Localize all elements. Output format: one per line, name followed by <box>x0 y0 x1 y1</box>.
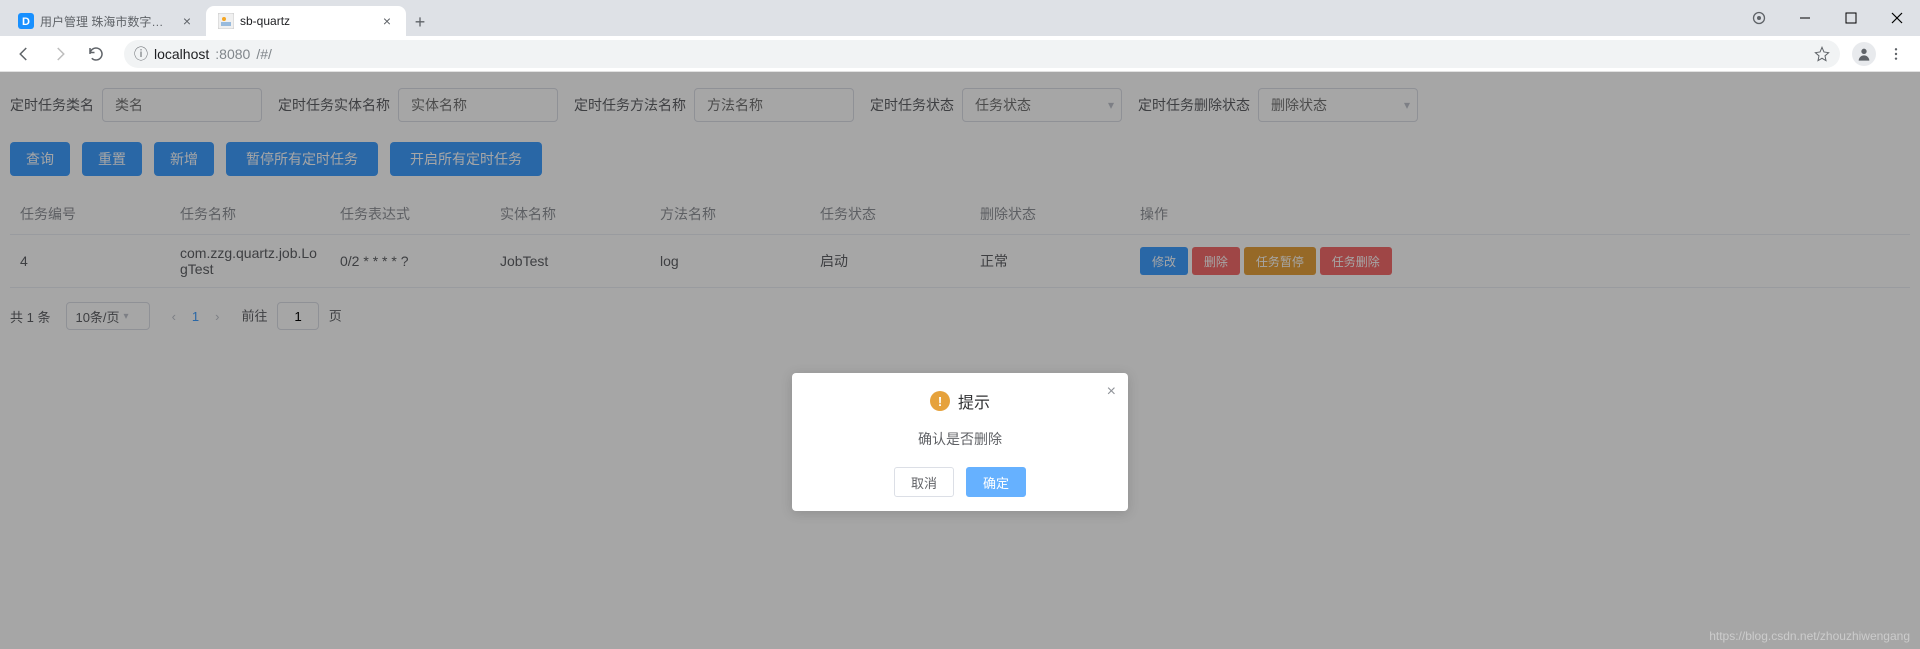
browser-tab-0[interactable]: D 用户管理 珠海市数字城建档案管 × <box>6 6 206 36</box>
profile-avatar-icon[interactable] <box>1852 42 1876 66</box>
svg-text:D: D <box>22 16 30 28</box>
modal-overlay[interactable]: × ! 提示 确认是否删除 取消 确定 <box>0 72 1920 649</box>
site-info-icon[interactable]: ⓘ <box>134 44 148 64</box>
account-menu-icon[interactable] <box>1736 3 1782 33</box>
warning-icon: ! <box>930 391 950 411</box>
bookmark-icon[interactable] <box>1814 46 1830 62</box>
favicon-icon <box>218 13 234 29</box>
tab-title: sb-quartz <box>240 14 374 28</box>
forward-icon <box>44 38 76 70</box>
url-host: localhost <box>154 46 209 62</box>
cancel-button[interactable]: 取消 <box>894 467 954 497</box>
close-icon[interactable]: × <box>380 14 394 28</box>
close-icon[interactable]: × <box>1107 383 1116 401</box>
dialog-message: 确认是否删除 <box>810 413 1110 467</box>
favicon-icon: D <box>18 13 34 29</box>
watermark-text: https://blog.csdn.net/zhouzhiwengang <box>1709 629 1910 643</box>
window-controls <box>1736 0 1920 36</box>
maximize-icon[interactable] <box>1828 3 1874 33</box>
tab-bar: D 用户管理 珠海市数字城建档案管 × sb-quartz × + <box>0 0 1920 36</box>
menu-icon[interactable] <box>1880 38 1912 70</box>
browser-tab-1[interactable]: sb-quartz × <box>206 6 406 36</box>
confirm-dialog: × ! 提示 确认是否删除 取消 确定 <box>792 373 1128 511</box>
tab-title: 用户管理 珠海市数字城建档案管 <box>40 13 174 30</box>
close-icon[interactable]: × <box>180 14 194 28</box>
url-port: :8080 <box>215 46 250 62</box>
window-close-icon[interactable] <box>1874 3 1920 33</box>
browser-toolbar: ⓘ localhost :8080 /#/ <box>0 36 1920 72</box>
browser-chrome: D 用户管理 珠海市数字城建档案管 × sb-quartz × + ⓘ lo <box>0 0 1920 72</box>
back-icon[interactable] <box>8 38 40 70</box>
address-bar[interactable]: ⓘ localhost :8080 /#/ <box>124 40 1840 68</box>
reload-icon[interactable] <box>80 38 112 70</box>
new-tab-button[interactable]: + <box>406 8 434 36</box>
dialog-title: ! 提示 <box>810 389 1110 413</box>
url-path: /#/ <box>256 46 272 62</box>
minimize-icon[interactable] <box>1782 3 1828 33</box>
confirm-button[interactable]: 确定 <box>966 467 1026 497</box>
